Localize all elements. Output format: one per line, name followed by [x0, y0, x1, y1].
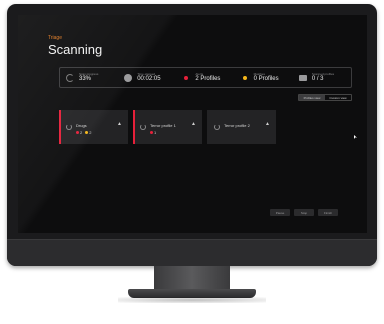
stats-bar: Scan progress 33% Time elapsed 00:02:05 …	[59, 67, 352, 88]
alert-count: 2	[80, 130, 83, 135]
stat-value: 0 Profiles	[253, 76, 279, 82]
stat-scanned-profiles: Scanned profiles 0 / 3	[293, 68, 351, 87]
yellow-dot-icon	[85, 131, 89, 134]
stat-value: 33%	[79, 76, 92, 82]
red-dot-icon	[76, 131, 79, 134]
match-badge: 2	[85, 130, 91, 135]
profile-card[interactable]: Terror profile 1 ▲ 1	[133, 110, 202, 144]
user-icon: ▲	[265, 121, 270, 127]
user-icon: ▲	[191, 121, 196, 127]
profile-name: Terror profile 1	[150, 123, 176, 128]
profile-card[interactable]: Terror profile 2 ▲	[207, 110, 276, 144]
spinner-icon	[140, 124, 146, 130]
tab-profiles-view[interactable]: Profiles view	[299, 95, 325, 100]
match-count: 2	[89, 130, 92, 135]
profile-badges: 2 2	[76, 130, 94, 135]
profile-name: Drugs	[76, 123, 87, 128]
user-icon: ▲	[117, 121, 122, 127]
profile-cards: Drugs ▲ 2 2 Terror profile 1 ▲ 1 Terror …	[59, 110, 281, 144]
profile-name: Terror profile 2	[224, 123, 250, 128]
footer-actions: Pause Stop Finish	[270, 209, 342, 216]
clock-icon	[124, 73, 133, 82]
stop-button[interactable]: Stop	[294, 209, 314, 216]
finish-button[interactable]: Finish	[318, 209, 338, 216]
stat-value: 00:02:05	[137, 76, 161, 82]
progress-ring-icon	[66, 73, 74, 82]
spinner-icon	[66, 124, 72, 130]
profile-card[interactable]: Drugs ▲ 2 2	[59, 110, 128, 144]
pause-button[interactable]: Pause	[270, 209, 290, 216]
view-toggle: Profiles view Custom view	[298, 94, 352, 101]
alert-badge: 1	[150, 130, 156, 135]
alert-count: 1	[154, 130, 157, 135]
stat-value: 2 Profiles	[195, 76, 221, 82]
screen: Triage Scanning Scan progress 33% Time e…	[18, 15, 367, 233]
breadcrumb[interactable]: Triage	[48, 35, 62, 41]
tab-custom-view[interactable]: Custom view	[325, 95, 351, 100]
box-icon	[298, 74, 307, 81]
spinner-icon	[214, 124, 220, 130]
mouse-cursor-icon	[354, 135, 357, 139]
yellow-dot-icon	[242, 75, 247, 80]
stat-value: 0 / 3	[311, 76, 324, 82]
red-dot-icon	[184, 75, 189, 80]
stat-time-elapsed: Time elapsed 00:02:05	[118, 68, 176, 87]
stat-matches: Matches 0 Profiles	[235, 68, 293, 87]
profile-badges: 1	[150, 130, 159, 135]
red-dot-icon	[150, 131, 153, 134]
stand-shadow	[118, 297, 266, 303]
monitor-chin	[7, 239, 377, 266]
stat-alerts: Alerts 2 Profiles	[176, 68, 234, 87]
monitor-frame: Triage Scanning Scan progress 33% Time e…	[7, 4, 377, 266]
page-title: Scanning	[48, 42, 103, 57]
alert-badge: 2	[76, 130, 82, 135]
stat-scan-progress: Scan progress 33%	[60, 68, 118, 87]
